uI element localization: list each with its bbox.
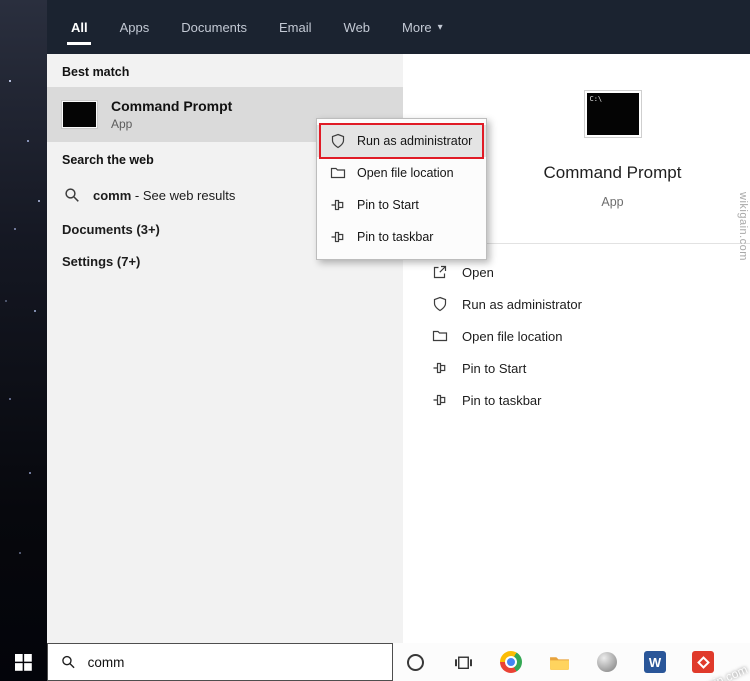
tab-label: Apps [120,20,150,35]
action-open-file-location[interactable]: Open file location [403,320,750,352]
pin-icon [330,229,346,245]
result-title: Command Prompt [111,98,232,114]
action-run-as-administrator[interactable]: Run as administrator [403,288,750,320]
taskbar-search-input[interactable] [88,655,379,670]
taskbar-search-box[interactable] [47,643,393,681]
shield-icon [330,133,346,149]
tab-label: Web [344,20,371,35]
search-filter-tabbar: All Apps Documents Email Web More ▾ [47,0,750,54]
action-open[interactable]: Open [403,256,750,288]
pin-icon [432,360,448,376]
action-label: Run as administrator [462,297,582,312]
pin-icon [330,197,346,213]
gray-app-icon [597,652,617,672]
settings-section-label: Settings (7+) [62,254,140,269]
context-menu: Run as administrator Open file location … [316,118,487,260]
taskbar: W [47,643,750,681]
chrome-icon [500,651,522,673]
desktop-background-strip [0,0,47,681]
tab-documents[interactable]: Documents [179,0,249,54]
diamond-glyph [697,656,710,669]
task-view-icon [454,654,473,671]
pin-icon [432,392,448,408]
context-menu-item-pin-to-start[interactable]: Pin to Start [317,189,486,221]
menu-item-label: Run as administrator [357,134,472,148]
tab-label: Email [279,20,312,35]
file-explorer-button[interactable] [547,650,571,674]
tab-label: More [402,20,432,35]
action-label: Open file location [462,329,562,344]
cortana-icon [407,654,424,671]
cortana-button[interactable] [403,650,427,674]
see-web-results-text: - See web results [131,188,235,203]
word-button[interactable]: W [643,650,667,674]
windows-logo-icon [15,654,32,671]
action-pin-to-taskbar[interactable]: Pin to taskbar [403,384,750,416]
word-icon: W [644,651,666,673]
command-prompt-icon-large: C:\ [585,91,641,137]
tab-web[interactable]: Web [342,0,373,54]
menu-item-label: Pin to Start [357,198,419,212]
context-menu-item-open-file-location[interactable]: Open file location [317,157,486,189]
windows-search-screen: All Apps Documents Email Web More ▾ Best [0,0,750,681]
file-explorer-icon [549,654,570,671]
tab-more[interactable]: More ▾ [400,0,445,54]
search-flyout: All Apps Documents Email Web More ▾ Best [47,0,750,643]
documents-section-label: Documents (3+) [62,222,160,237]
result-subtitle: App [111,117,232,131]
tab-email[interactable]: Email [277,0,314,54]
folder-icon [432,328,448,344]
query-text: comm [93,188,131,203]
menu-item-label: Pin to taskbar [357,230,433,244]
tab-label: Documents [181,20,247,35]
taskbar-icon-tray: W [403,650,715,674]
watermark-side: wikigain.com [737,192,749,261]
preview-action-list: Open Run as administrator Open file loca… [403,256,750,416]
chrome-button[interactable] [499,650,523,674]
task-view-button[interactable] [451,650,475,674]
action-label: Pin to taskbar [462,393,542,408]
start-button[interactable] [0,643,47,681]
action-pin-to-start[interactable]: Pin to Start [403,352,750,384]
tab-label: All [71,20,88,35]
folder-icon [330,165,346,181]
search-icon [64,187,80,203]
shield-icon [432,296,448,312]
starfield-decoration [0,0,2,2]
menu-item-label: Open file location [357,166,454,180]
red-app-icon [692,651,714,673]
web-result-text: comm - See web results [93,188,235,203]
best-match-text: Command Prompt App [111,98,232,131]
chevron-down-icon: ▾ [438,22,443,33]
pinned-app-button[interactable] [595,650,619,674]
tab-all[interactable]: All [69,0,90,54]
red-app-button[interactable] [691,650,715,674]
action-label: Pin to Start [462,361,526,376]
command-prompt-icon [62,101,97,128]
action-label: Open [462,265,494,280]
tab-apps[interactable]: Apps [118,0,152,54]
open-icon [432,264,448,280]
best-match-header: Best match [47,54,403,85]
search-icon [61,654,76,670]
context-menu-item-pin-to-taskbar[interactable]: Pin to taskbar [317,221,486,253]
context-menu-item-run-as-administrator[interactable]: Run as administrator [317,125,486,157]
